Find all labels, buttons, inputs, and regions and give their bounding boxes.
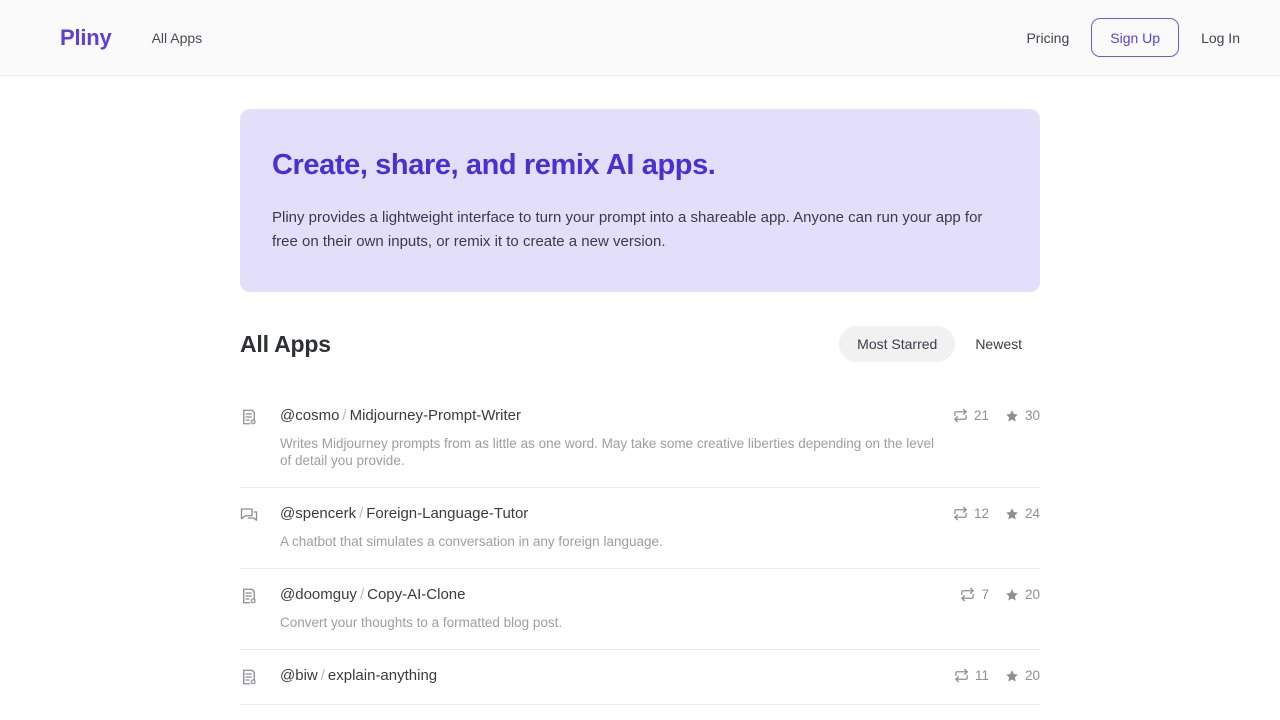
app-stats: 21 30	[953, 408, 1040, 423]
app-info: @doomguy / Copy-AI-Clone Convert your thou…	[280, 585, 942, 631]
table-row[interactable]: @spencerk / Foreign-Language-Tutor A chatb…	[240, 488, 1040, 569]
page-container: Create, share, and remix AI apps. Pliny …	[240, 109, 1040, 705]
table-row[interactable]: @doomguy / Copy-AI-Clone Convert your thou…	[240, 569, 1040, 650]
hero-subtitle: Pliny provides a lightweight interface t…	[272, 209, 983, 250]
app-author[interactable]: @cosmo	[280, 407, 339, 424]
remix-count-value: 7	[981, 587, 989, 602]
app-name[interactable]: Midjourney-Prompt-Writer	[350, 407, 521, 424]
app-name[interactable]: Foreign-Language-Tutor	[366, 505, 528, 522]
document-plus-icon	[240, 587, 258, 605]
app-title-line: @biw / explain-anything	[280, 666, 936, 686]
remix-count: 21	[953, 408, 989, 423]
app-stats: 11 20	[954, 668, 1040, 683]
app-separator: /	[359, 505, 364, 522]
sort-most-starred-button[interactable]: Most Starred	[839, 326, 956, 362]
star-icon	[1006, 507, 1018, 520]
star-count-value: 20	[1024, 668, 1040, 683]
remix-count: 7	[960, 587, 989, 602]
remix-count: 11	[954, 668, 989, 683]
hero-title: Create, share, and remix AI apps.	[272, 149, 716, 181]
app-title-line: @spencerk / Foreign-Language-Tutor	[280, 504, 935, 524]
star-count: 20	[1005, 587, 1040, 602]
star-icon	[1006, 409, 1018, 422]
table-row[interactable]: @biw / explain-anything 11 20	[240, 650, 1040, 705]
remix-count-value: 21	[973, 408, 989, 423]
remix-icon	[954, 408, 967, 423]
brand-logo[interactable]: Pliny	[60, 25, 112, 51]
document-plus-icon	[240, 668, 258, 686]
nav-all-apps[interactable]: All Apps	[142, 24, 213, 52]
app-separator: /	[342, 407, 347, 424]
app-description: Convert your thoughts to a formatted blo…	[280, 615, 563, 630]
remix-icon	[955, 668, 968, 683]
primary-nav: All Apps	[142, 24, 213, 52]
nav-pricing[interactable]: Pricing	[1014, 24, 1081, 52]
app-stats: 7 20	[960, 587, 1040, 602]
app-separator: /	[359, 586, 365, 603]
chat-bubbles-icon	[240, 506, 258, 524]
app-name[interactable]: Copy-AI-Clone	[367, 586, 465, 603]
app-author[interactable]: @doomguy	[280, 586, 357, 603]
app-list: @cosmo / Midjourney-Prompt-Writer Writes M…	[240, 390, 1040, 705]
app-name[interactable]: explain-anything	[328, 667, 437, 684]
app-info: @cosmo / Midjourney-Prompt-Writer Writes M…	[280, 406, 935, 469]
star-icon	[1006, 588, 1018, 601]
remix-count: 12	[953, 506, 989, 521]
app-author[interactable]: @spencerk	[280, 505, 356, 522]
star-count-value: 20	[1024, 587, 1040, 602]
sort-controls: Most Starred Newest	[839, 326, 1040, 362]
nav-log-in[interactable]: Log In	[1189, 24, 1252, 52]
star-count: 30	[1005, 408, 1040, 423]
app-description: A chatbot that simulates a conversation …	[280, 534, 663, 549]
section-header: All Apps Most Starred Newest	[240, 326, 1040, 362]
remix-icon	[954, 506, 967, 521]
app-title-line: @cosmo / Midjourney-Prompt-Writer	[280, 406, 935, 426]
app-info: @spencerk / Foreign-Language-Tutor A chatb…	[280, 504, 935, 550]
app-stats: 12 24	[953, 506, 1040, 521]
star-count: 24	[1005, 506, 1040, 521]
star-count-value: 24	[1024, 506, 1040, 521]
sign-up-button[interactable]: Sign Up	[1091, 18, 1180, 57]
site-header: Pliny All Apps Pricing Sign Up Log In	[0, 0, 1280, 76]
remix-count-value: 11	[974, 668, 989, 683]
page-title: All Apps	[240, 330, 331, 357]
app-description: Writes Midjourney prompts from as little…	[280, 436, 935, 468]
table-row[interactable]: @cosmo / Midjourney-Prompt-Writer Writes M…	[240, 390, 1040, 488]
remix-count-value: 12	[973, 506, 989, 521]
auth-nav: Pricing Sign Up Log In	[1014, 18, 1252, 57]
document-plus-icon	[240, 408, 258, 426]
star-icon	[1006, 669, 1018, 682]
remix-icon	[961, 587, 975, 602]
star-count: 20	[1005, 668, 1040, 683]
hero-banner: Create, share, and remix AI apps. Pliny …	[240, 109, 1040, 292]
app-author[interactable]: @biw	[280, 667, 318, 684]
app-info: @biw / explain-anything	[280, 666, 936, 686]
sort-newest-button[interactable]: Newest	[957, 326, 1040, 362]
app-separator: /	[320, 667, 325, 684]
star-count-value: 30	[1024, 408, 1040, 423]
app-title-line: @doomguy / Copy-AI-Clone	[280, 585, 942, 605]
